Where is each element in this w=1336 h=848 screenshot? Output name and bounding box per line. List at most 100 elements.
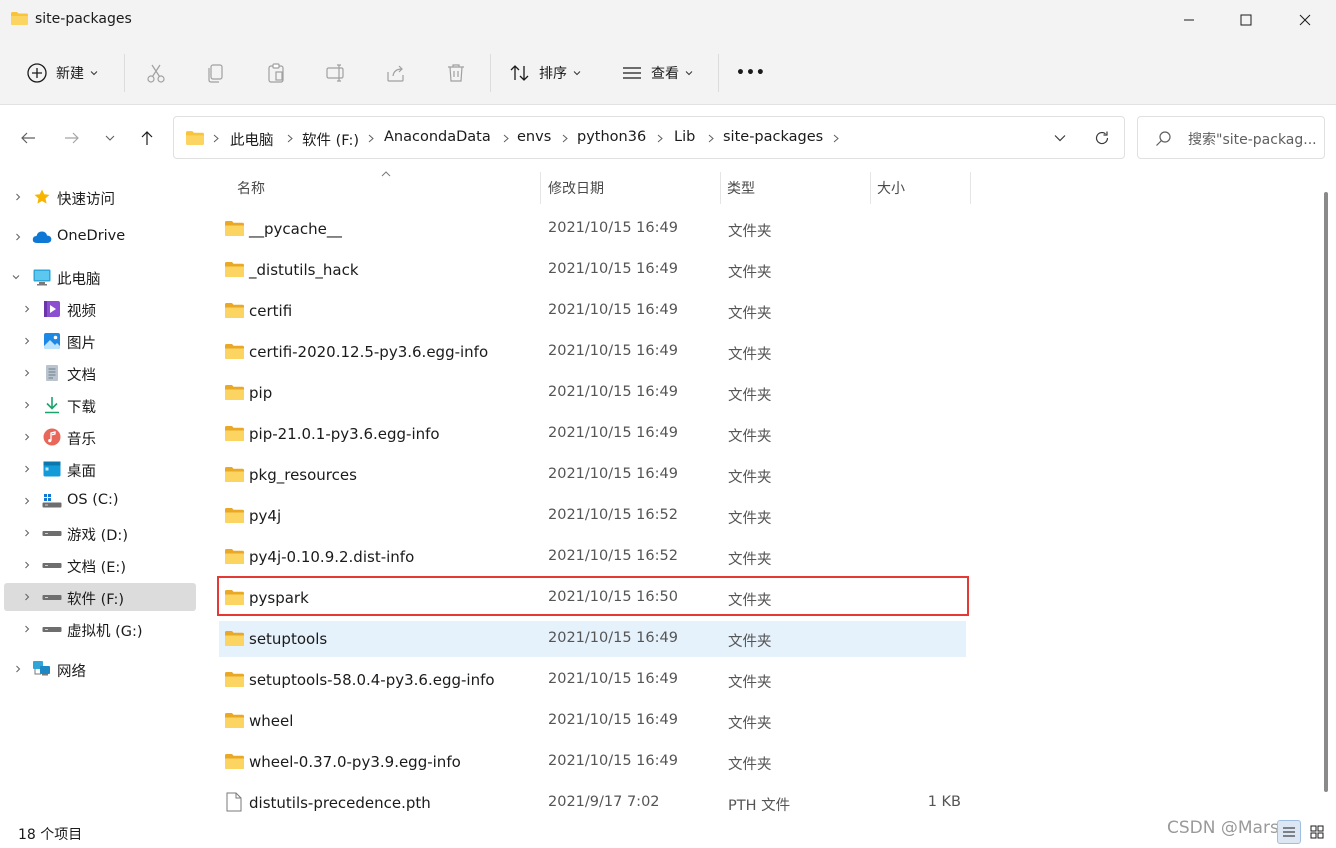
sidebar-item-label: OneDrive <box>57 228 126 244</box>
breadcrumb-this-pc[interactable]: 此电脑 <box>230 129 274 150</box>
file-row[interactable]: py4j-0.10.9.2.dist-info 2021/10/15 16:52… <box>219 539 966 575</box>
view-list-icon <box>623 67 641 79</box>
windows-drive-icon <box>42 492 62 510</box>
view-label: 查看 <box>651 66 679 82</box>
thumbnail-view-button[interactable] <box>1305 820 1329 844</box>
breadcrumb-site-packages[interactable]: site-packages <box>723 129 823 145</box>
file-row[interactable]: setuptools 2021/10/15 16:49 文件夹 <box>219 621 966 657</box>
sidebar-item-documents[interactable]: 文档 <box>4 359 196 387</box>
file-row[interactable]: wheel-0.37.0-py3.9.egg-info 2021/10/15 1… <box>219 744 966 780</box>
file-row[interactable]: _distutils_hack 2021/10/15 16:49 文件夹 <box>219 252 966 288</box>
window-title: site-packages <box>35 11 132 27</box>
breadcrumb-envs[interactable]: envs <box>517 129 551 145</box>
file-row[interactable]: __pycache__ 2021/10/15 16:49 文件夹 <box>219 211 966 247</box>
file-row[interactable]: wheel 2021/10/15 16:49 文件夹 <box>219 703 966 739</box>
sidebar-item-videos[interactable]: 视频 <box>4 295 196 323</box>
address-bar[interactable]: 此电脑 软件 (F:) AnacondaData envs python36 L… <box>173 116 1125 159</box>
sidebar-item-quick-access[interactable]: 快速访问 <box>4 183 196 211</box>
maximize-button[interactable] <box>1217 0 1275 40</box>
file-type: 文件夹 <box>728 757 772 773</box>
file-row[interactable]: setuptools-58.0.4-py3.6.egg-info 2021/10… <box>219 662 966 698</box>
up-button[interactable] <box>133 126 161 150</box>
file-row[interactable]: certifi-2020.12.5-py3.6.egg-info 2021/10… <box>219 334 966 370</box>
sidebar-item-network[interactable]: 网络 <box>4 655 196 683</box>
sidebar-item-pictures[interactable]: 图片 <box>4 327 196 355</box>
minimize-button[interactable] <box>1160 0 1218 40</box>
recent-locations-button[interactable] <box>96 126 124 150</box>
chevron-right-icon <box>657 134 663 143</box>
folder-icon <box>225 221 244 236</box>
forward-button[interactable] <box>58 126 86 150</box>
chevron-right-icon <box>25 625 30 633</box>
command-bar: 新建 排序 查看 ••• <box>0 40 1336 105</box>
file-row[interactable]: pkg_resources 2021/10/15 16:49 文件夹 <box>219 457 966 493</box>
file-row[interactable]: pip-21.0.1-py3.6.egg-info 2021/10/15 16:… <box>219 416 966 452</box>
sidebar-item-music[interactable]: 音乐 <box>4 423 196 451</box>
share-button[interactable] <box>385 56 407 90</box>
breadcrumb-python36[interactable]: python36 <box>577 129 646 145</box>
sidebar-item-desktop[interactable]: 桌面 <box>4 455 196 483</box>
paste-button[interactable] <box>265 56 287 90</box>
sidebar-item-label: OS (C:) <box>67 492 119 508</box>
file-type: 文件夹 <box>728 675 772 691</box>
folder-icon <box>225 754 244 769</box>
breadcrumb-anacondadata[interactable]: AnacondaData <box>384 129 491 145</box>
search-input[interactable]: 搜索"site-packag... <box>1137 116 1325 159</box>
sidebar-item-drive-g[interactable]: 虚拟机 (G:) <box>4 615 196 643</box>
sort-button[interactable]: 排序 <box>509 56 581 90</box>
column-header-type[interactable]: 类型 <box>727 178 755 198</box>
item-count: 18 个项目 <box>18 827 83 843</box>
file-row[interactable]: certifi 2021/10/15 16:49 文件夹 <box>219 293 966 329</box>
address-history-button[interactable] <box>1050 130 1070 146</box>
sidebar-item-label: 网络 <box>57 664 86 680</box>
sidebar-item-this-pc[interactable]: 此电脑 <box>4 263 196 291</box>
scrollbar-thumb[interactable] <box>1324 192 1328 792</box>
vertical-scrollbar[interactable] <box>1322 172 1330 812</box>
column-divider[interactable] <box>540 172 541 204</box>
file-date: 2021/10/15 16:52 <box>548 507 678 523</box>
file-size: 1 KB <box>927 794 961 810</box>
refresh-button[interactable] <box>1092 128 1112 148</box>
drive-icon <box>42 588 62 606</box>
chevron-down-icon <box>685 71 693 76</box>
delete-button[interactable] <box>445 56 467 90</box>
new-button[interactable]: 新建 <box>26 56 98 90</box>
file-name: setuptools <box>249 630 328 648</box>
file-date: 2021/9/17 7:02 <box>548 794 660 810</box>
arrow-left-icon <box>21 132 35 144</box>
file-date: 2021/10/15 16:49 <box>548 630 678 646</box>
cut-button[interactable] <box>145 56 167 90</box>
sidebar-item-onedrive[interactable]: OneDrive <box>4 223 196 251</box>
column-header-name[interactable]: 名称 <box>237 178 265 198</box>
share-icon <box>387 65 404 82</box>
sidebar-item-drive-f[interactable]: 软件 (F:) <box>4 583 196 611</box>
sidebar-item-drive-c[interactable]: OS (C:) <box>4 487 196 515</box>
breadcrumb-lib[interactable]: Lib <box>674 129 695 145</box>
column-divider[interactable] <box>970 172 971 204</box>
breadcrumb-drive-f[interactable]: 软件 (F:) <box>302 129 359 150</box>
view-button[interactable]: 查看 <box>621 56 693 90</box>
chevron-right-icon <box>25 593 30 601</box>
sort-icon <box>510 65 529 81</box>
file-type: 文件夹 <box>728 388 772 404</box>
file-row[interactable]: py4j 2021/10/15 16:52 文件夹 <box>219 498 966 534</box>
sidebar-item-drive-d[interactable]: 游戏 (D:) <box>4 519 196 547</box>
more-icon: ••• <box>736 65 766 81</box>
column-divider[interactable] <box>720 172 721 204</box>
column-header-size[interactable]: 大小 <box>877 178 905 198</box>
rename-button[interactable] <box>325 56 347 90</box>
copy-button[interactable] <box>205 56 227 90</box>
download-icon <box>43 396 61 414</box>
back-button[interactable] <box>14 126 42 150</box>
file-name: wheel <box>249 712 294 730</box>
column-divider[interactable] <box>870 172 871 204</box>
close-button[interactable] <box>1276 0 1334 40</box>
details-view-button[interactable] <box>1277 820 1301 844</box>
watermark-text: CSDN @Mars <box>1167 818 1279 838</box>
more-options-button[interactable]: ••• <box>736 56 766 90</box>
sidebar-item-downloads[interactable]: 下载 <box>4 391 196 419</box>
column-header-date[interactable]: 修改日期 <box>548 178 604 198</box>
file-date: 2021/10/15 16:49 <box>548 302 678 318</box>
sidebar-item-drive-e[interactable]: 文档 (E:) <box>4 551 196 579</box>
file-row[interactable]: pip 2021/10/15 16:49 文件夹 <box>219 375 966 411</box>
